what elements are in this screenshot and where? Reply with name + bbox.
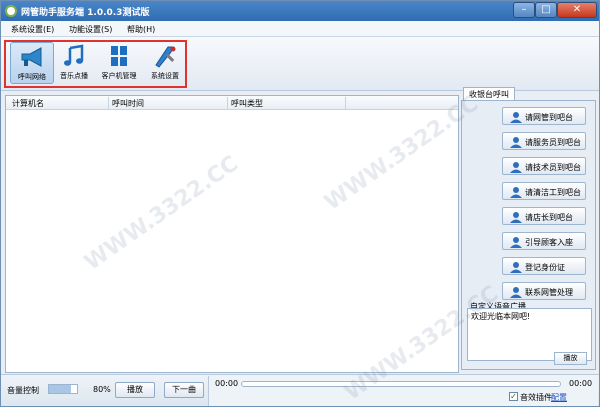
megaphone-icon xyxy=(21,47,42,67)
register-id-button[interactable]: 登记身份证 xyxy=(502,257,586,275)
table-header: 计算机名 呼叫时间 呼叫类型 xyxy=(6,96,458,110)
music-note-icon xyxy=(64,44,84,66)
media-progress-area: 00:00 00:00 ✓ 音效插件 配置 xyxy=(208,376,598,406)
app-window: 网管助手服务端 1.0.0.3测试版 – □ ✕ 系统设置(E) 功能设置(S)… xyxy=(0,0,600,407)
user-icon xyxy=(510,262,522,273)
contact-admin-button[interactable]: 联系网管处理 xyxy=(502,282,586,300)
volume-slider[interactable] xyxy=(48,384,78,394)
cashier-call-panel: 请网管到吧台 请服务员到吧台 请技术员到吧台 请清洁工到吧台 请店长到吧台 引导… xyxy=(461,100,596,370)
column-divider[interactable] xyxy=(108,97,109,109)
volume-percent: 80% xyxy=(93,385,111,394)
call-admin-button[interactable]: 请网管到吧台 xyxy=(502,107,586,125)
user-icon xyxy=(510,137,522,148)
next-track-button[interactable]: 下一曲 xyxy=(164,382,204,398)
user-icon xyxy=(510,187,522,198)
user-icon xyxy=(510,237,522,248)
time-total: 00:00 xyxy=(569,379,593,388)
menu-function-settings[interactable]: 功能设置(S) xyxy=(69,24,112,35)
call-waiter-label: 请服务员到吧台 xyxy=(525,138,581,147)
sound-plugin-label: 音效插件 xyxy=(520,393,552,402)
guide-customer-label: 引导顾客入座 xyxy=(525,238,573,247)
close-button[interactable]: ✕ xyxy=(557,2,597,18)
register-id-label: 登记身份证 xyxy=(525,263,565,272)
time-elapsed: 00:00 xyxy=(215,379,239,388)
call-admin-label: 请网管到吧台 xyxy=(525,113,573,122)
seek-bar[interactable] xyxy=(241,381,561,387)
menu-help[interactable]: 帮助(H) xyxy=(127,24,155,35)
call-waiter-button[interactable]: 请服务员到吧台 xyxy=(502,132,586,150)
toolbar-system-settings-button[interactable]: 系统设置 xyxy=(143,42,187,84)
maximize-button[interactable]: □ xyxy=(535,2,557,18)
minimize-button[interactable]: – xyxy=(513,2,535,18)
broadcast-play-button[interactable]: 播放 xyxy=(554,352,587,365)
call-list-table[interactable]: 计算机名 呼叫时间 呼叫类型 xyxy=(5,95,459,373)
call-technician-label: 请技术员到吧台 xyxy=(525,163,581,172)
title-bar[interactable]: 网管助手服务端 1.0.0.3测试版 – □ ✕ xyxy=(1,1,599,21)
call-cleaner-button[interactable]: 请清洁工到吧台 xyxy=(502,182,586,200)
call-technician-button[interactable]: 请技术员到吧台 xyxy=(502,157,586,175)
app-logo-icon xyxy=(5,5,17,17)
column-computer-name[interactable]: 计算机名 xyxy=(12,98,44,109)
call-manager-button[interactable]: 请店长到吧台 xyxy=(502,207,586,225)
column-call-time[interactable]: 呼叫时间 xyxy=(112,98,144,109)
window-title: 网管助手服务端 1.0.0.3测试版 xyxy=(21,8,150,18)
user-icon xyxy=(510,112,522,123)
toolbar-client-manage-label: 客户机管理 xyxy=(101,72,137,80)
toolbar-client-manage-button[interactable]: 客户机管理 xyxy=(97,42,141,84)
column-call-type[interactable]: 呼叫类型 xyxy=(231,98,263,109)
toolbar-system-settings-label: 系统设置 xyxy=(151,72,179,80)
user-icon xyxy=(510,287,522,298)
column-divider[interactable] xyxy=(227,97,228,109)
guide-customer-button[interactable]: 引导顾客入座 xyxy=(502,232,586,250)
windows-tiles-icon xyxy=(111,46,127,66)
sound-plugin-checkbox[interactable]: ✓ xyxy=(509,392,518,401)
player-bar: 音量控制 80% 播放 下一曲 00:00 00:00 ✓ 音效插件 配置 xyxy=(1,374,599,406)
call-manager-label: 请店长到吧台 xyxy=(525,213,573,222)
call-cleaner-label: 请清洁工到吧台 xyxy=(525,188,581,197)
tab-cashier-call[interactable]: 收银台呼叫 xyxy=(463,87,515,101)
toolbar-music-button[interactable]: 音乐点播 xyxy=(52,42,96,84)
contact-admin-label: 联系网管处理 xyxy=(525,288,573,297)
volume-label: 音量控制 xyxy=(7,386,39,395)
menu-bar: 系统设置(E) 功能设置(S) 帮助(H) xyxy=(1,21,599,37)
config-link[interactable]: 配置 xyxy=(551,392,567,403)
user-icon xyxy=(510,212,522,223)
volume-fill xyxy=(49,385,72,393)
tools-icon xyxy=(155,46,176,68)
play-button[interactable]: 播放 xyxy=(115,382,155,398)
user-icon xyxy=(510,162,522,173)
toolbar: 呼叫网络 音乐点播 客户机管理 系统设置 xyxy=(1,37,599,91)
menu-system-settings[interactable]: 系统设置(E) xyxy=(11,24,54,35)
column-divider[interactable] xyxy=(345,97,346,109)
